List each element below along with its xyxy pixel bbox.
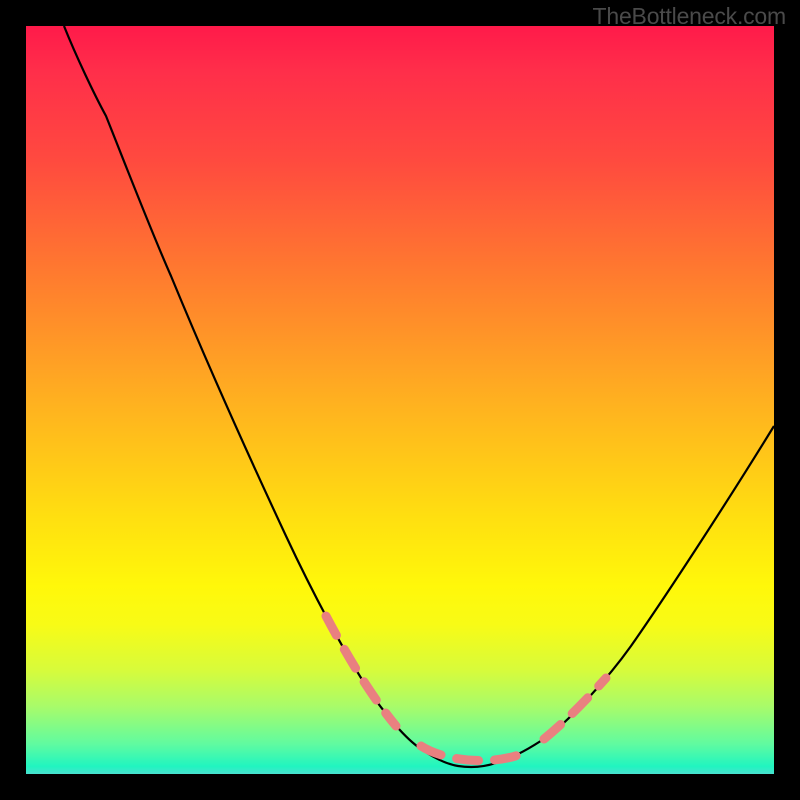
highlight-dash-left bbox=[326, 616, 396, 726]
curve-line bbox=[64, 26, 774, 767]
highlight-dashes bbox=[326, 616, 606, 761]
chart-svg bbox=[26, 26, 774, 774]
chart-frame bbox=[26, 26, 774, 774]
highlight-dash-right bbox=[544, 678, 606, 739]
